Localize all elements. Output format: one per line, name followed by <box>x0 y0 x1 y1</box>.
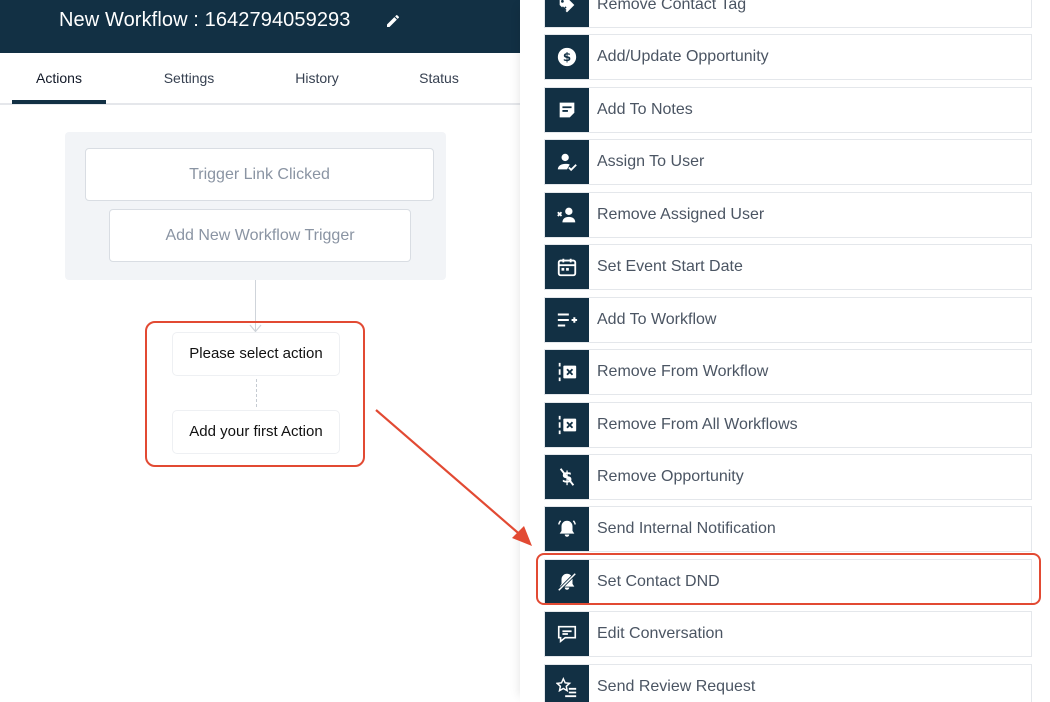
workflow-title: New Workflow : 1642794059293 <box>59 9 351 31</box>
active-tab-indicator <box>12 100 106 104</box>
action-item-label: Add To Workflow <box>597 311 717 328</box>
dollar-icon: $ <box>545 35 589 79</box>
tab-actions[interactable]: Actions <box>12 53 106 103</box>
dashed-connector <box>256 379 257 407</box>
action-item-edit-conversation[interactable]: Edit Conversation <box>544 611 1032 657</box>
action-item-label: Send Internal Notification <box>597 520 776 537</box>
action-item-label: Add To Notes <box>597 101 693 118</box>
note-icon <box>545 88 589 132</box>
action-item-send-review-request[interactable]: Send Review Request <box>544 664 1032 702</box>
workflow-header: New Workflow : 1642794059293 <box>0 0 520 53</box>
action-item-label: Remove Contact Tag <box>597 0 747 13</box>
user-check-icon <box>545 140 589 184</box>
tab-status[interactable]: Status <box>395 53 483 103</box>
calendar-icon <box>545 245 589 289</box>
bell-icon <box>545 507 589 551</box>
action-item-remove-contact-tag[interactable]: Remove Contact Tag <box>544 0 1032 28</box>
list-add-icon <box>545 298 589 342</box>
dollar-off-icon: $ <box>545 455 589 499</box>
action-item-add-to-notes[interactable]: Add To Notes <box>544 87 1032 133</box>
action-item-label: Set Contact DND <box>597 573 720 590</box>
workflow-editor-panel: New Workflow : 1642794059293 Actions Set… <box>0 0 520 702</box>
action-item-remove-assigned-user[interactable]: Remove Assigned User <box>544 192 1032 238</box>
action-item-label: Remove From Workflow <box>597 363 769 380</box>
workflow-remove-icon <box>545 350 589 394</box>
select-action-button[interactable]: Please select action <box>173 333 339 375</box>
action-item-label: Send Review Request <box>597 678 756 695</box>
user-remove-icon <box>545 193 589 237</box>
action-item-add-to-workflow[interactable]: Add To Workflow <box>544 297 1032 343</box>
tag-remove-icon <box>545 0 589 27</box>
add-workflow-trigger-button[interactable]: Add New Workflow Trigger <box>109 209 411 262</box>
bell-off-icon <box>545 560 589 604</box>
action-item-label: Assign To User <box>597 153 705 170</box>
svg-text:$: $ <box>563 50 571 64</box>
workflow-remove-icon <box>545 403 589 447</box>
star-list-icon <box>545 665 589 702</box>
action-item-label: Set Event Start Date <box>597 258 743 275</box>
trigger-container: Trigger Link Clicked Add New Workflow Tr… <box>65 132 446 280</box>
action-item-label: Remove Opportunity <box>597 468 744 485</box>
edit-pencil-icon[interactable] <box>385 13 401 29</box>
action-item-remove-opportunity[interactable]: $ Remove Opportunity <box>544 454 1032 500</box>
action-item-assign-to-user[interactable]: Assign To User <box>544 139 1032 185</box>
action-item-add-update-opportunity[interactable]: $ Add/Update Opportunity <box>544 34 1032 80</box>
action-item-remove-from-workflow[interactable]: Remove From Workflow <box>544 349 1032 395</box>
action-picker-panel: Remove Contact Tag $ Add/Update Opportun… <box>520 0 1050 702</box>
chat-icon <box>545 612 589 656</box>
workflow-canvas: Trigger Link Clicked Add New Workflow Tr… <box>0 106 520 702</box>
add-first-action-button[interactable]: Add your first Action <box>173 411 339 453</box>
action-item-send-internal-notification[interactable]: Send Internal Notification <box>544 506 1032 552</box>
action-item-label: Remove Assigned User <box>597 206 765 223</box>
action-highlight-box: Please select action Add your first Acti… <box>145 321 365 467</box>
action-item-label: Edit Conversation <box>597 625 724 642</box>
action-item-label: Remove From All Workflows <box>597 416 798 433</box>
action-item-label: Add/Update Opportunity <box>597 48 769 65</box>
action-item-remove-from-all-workflows[interactable]: Remove From All Workflows <box>544 402 1032 448</box>
action-item-set-contact-dnd[interactable]: Set Contact DND <box>544 559 1032 605</box>
trigger-link-clicked-button[interactable]: Trigger Link Clicked <box>85 148 434 201</box>
action-item-set-event-start-date[interactable]: Set Event Start Date <box>544 244 1032 290</box>
tab-settings[interactable]: Settings <box>140 53 238 103</box>
tab-history[interactable]: History <box>270 53 364 103</box>
workflow-tabs: Actions Settings History Status <box>0 53 520 105</box>
